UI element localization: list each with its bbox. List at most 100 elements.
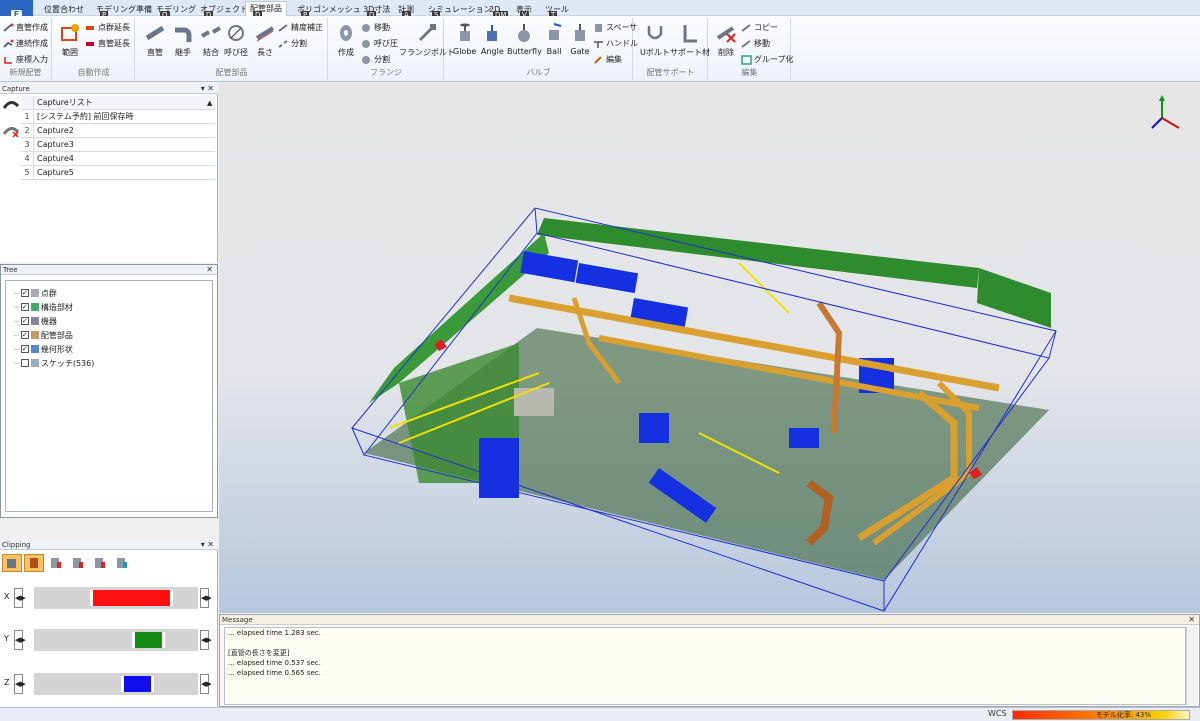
tree-close-icon[interactable]: ✕ <box>206 265 213 275</box>
delete-button[interactable]: 削除 <box>715 22 737 58</box>
support-material-button[interactable]: サポート材 <box>670 22 710 58</box>
tree-checkbox[interactable]: ✓ <box>20 331 29 339</box>
clip-track[interactable] <box>34 673 198 695</box>
clip-plane-button[interactable] <box>114 556 130 573</box>
flange-split-button[interactable]: 分割 <box>361 54 390 65</box>
clip-enable-button[interactable] <box>2 554 22 572</box>
nominal-diameter-button[interactable]: 呼び径 <box>224 22 248 58</box>
coordinate-input-button[interactable]: 座標入力 <box>3 54 48 65</box>
tab-5[interactable]: 配管部品 <box>245 1 287 16</box>
group-label-pipe-support: 配管サポート <box>646 68 695 77</box>
range-button[interactable]: 範囲 <box>59 22 81 58</box>
length-icon <box>254 22 276 44</box>
handle-button[interactable]: ハンドル <box>593 38 638 49</box>
globe-valve-button[interactable]: Globe <box>453 22 476 56</box>
clip-track[interactable] <box>34 587 198 609</box>
capture-row[interactable]: 1 [システム予約] 前回保存時 <box>21 110 215 124</box>
length-button[interactable]: 長さ <box>254 22 276 58</box>
tree-checkbox[interactable] <box>20 359 29 367</box>
clip-y-button[interactable] <box>70 556 86 573</box>
capture-row[interactable]: 3 Capture3 <box>21 138 215 152</box>
tree-item[interactable]: ┈ ✓ 機器 <box>14 315 57 327</box>
group-flange: 作成 移動 呼び圧 分割 フランジボルト フランジ <box>329 18 455 80</box>
clip-left-arrow-icon[interactable]: ◀▶ <box>14 630 26 650</box>
group-valve: Globe Angle Butterfly Ball Gate スペーサ ハンド… <box>445 18 638 80</box>
gate-valve-button[interactable]: Gate <box>569 22 591 56</box>
spacer-button[interactable]: スペーサ <box>593 22 637 33</box>
accuracy-correct-button[interactable]: 精度補正 <box>278 22 323 33</box>
create-pipe-button[interactable]: 直管作成 <box>3 22 48 33</box>
clip-left-arrow-icon[interactable]: ◀▶ <box>14 588 26 608</box>
clip-range[interactable] <box>132 632 166 648</box>
tree-checkbox[interactable]: ✓ <box>20 345 29 353</box>
clip-plane-icon <box>117 558 127 568</box>
clip-z-button[interactable] <box>92 556 108 573</box>
group-label-flange: フランジ <box>370 68 402 77</box>
flange-move-button[interactable]: 移動 <box>361 22 390 33</box>
tree-checkbox[interactable]: ✓ <box>20 289 29 297</box>
clipping-pin-icon[interactable]: ▾ ✕ <box>201 540 214 550</box>
tree-checkbox[interactable]: ✓ <box>20 317 29 325</box>
clip-range[interactable] <box>120 676 154 692</box>
tree-panel: Tree ✕ ┈ ✓ 点群 ┈ ✓ 構造部材 ┈ ✓ 機器 ┈ ✓ 配管部品 ┈ ✓ 幾何形状 ┈ スケッチ(53… <box>0 264 218 518</box>
clip-range[interactable] <box>89 590 174 606</box>
edit-icon <box>593 55 604 65</box>
capture-delete-icon[interactable] <box>2 124 20 141</box>
tab-7[interactable]: 3D寸法 <box>359 3 394 16</box>
butterfly-valve-button[interactable]: Butterfly <box>507 22 542 56</box>
coordinate-system-label: WCS <box>988 709 1007 718</box>
clip-box-button[interactable] <box>24 554 44 572</box>
status-bar: WCS モデル化率: 43% <box>0 707 1200 721</box>
clip-slider-y[interactable]: Y ◀▶ ◀▶ <box>4 629 216 651</box>
capture-row[interactable]: 4 Capture4 <box>21 152 215 166</box>
group-button[interactable]: グループ化 <box>741 54 794 65</box>
ball-valve-button[interactable]: Ball <box>543 22 565 56</box>
u-bolt-button[interactable]: Uボルト <box>640 22 670 58</box>
tree-item[interactable]: ┈ ✓ 構造部材 <box>14 301 73 313</box>
clip-right-arrow-icon[interactable]: ◀▶ <box>200 588 212 608</box>
clip-x-button[interactable] <box>48 556 64 573</box>
3d-viewport[interactable] <box>219 83 1200 613</box>
pointcloud-model[interactable] <box>219 83 1200 613</box>
delete-icon <box>715 22 737 44</box>
clip-right-arrow-icon[interactable]: ◀▶ <box>200 630 212 650</box>
capture-row[interactable]: 2 Capture2 <box>21 124 215 138</box>
sort-arrow-icon[interactable]: ▲ <box>207 96 215 109</box>
tree-item[interactable]: ┈ ✓ 配管部品 <box>14 329 73 341</box>
pipe-extend-button[interactable]: 直管延長 <box>85 38 130 49</box>
capture-pin-icon[interactable]: ▾ ✕ <box>201 84 214 94</box>
message-panel: Message ✕ ... elapsed time 1.283 sec. [直管の… <box>219 614 1200 707</box>
tree-checkbox[interactable]: ✓ <box>20 303 29 311</box>
flange-create-button[interactable]: 作成 <box>335 22 357 58</box>
split-pipe-button[interactable]: 分割 <box>278 38 307 49</box>
u-bolt-icon <box>644 22 666 44</box>
nominal-pressure-button[interactable]: 呼び圧 <box>361 38 398 49</box>
equipment-icon <box>30 317 39 325</box>
clip-slider-z[interactable]: Z ◀▶ ◀▶ <box>4 673 216 695</box>
tree-item[interactable]: ┈ スケッチ(536) <box>14 357 94 369</box>
tree-item[interactable]: ┈ ✓ 幾何形状 <box>14 343 73 355</box>
modeling-progress-bar: モデル化率: 43% <box>1012 710 1190 720</box>
clip-slider-x[interactable]: X ◀▶ ◀▶ <box>4 587 216 609</box>
group-new-pipe: 直管作成 連続作成 座標入力 新規配管 <box>0 18 52 80</box>
message-scrollbar[interactable] <box>1186 627 1197 705</box>
clip-x-icon <box>51 558 61 568</box>
clip-track[interactable] <box>34 629 198 651</box>
pointcloud-icon <box>30 289 39 297</box>
move-button[interactable]: 移動 <box>741 38 770 49</box>
tab-1[interactable]: 位置合わせ <box>40 3 88 16</box>
pointcloud-extend-button[interactable]: 点群延長 <box>85 22 130 33</box>
fitting-button[interactable]: 継手 <box>172 22 194 58</box>
join-button[interactable]: 結合 <box>200 22 222 58</box>
angle-valve-button[interactable]: Angle <box>481 22 504 56</box>
capture-add-icon[interactable] <box>2 98 20 115</box>
copy-button[interactable]: コピー <box>741 22 778 33</box>
valve-edit-button[interactable]: 編集 <box>593 54 622 65</box>
clip-right-arrow-icon[interactable]: ◀▶ <box>200 674 212 694</box>
continuous-create-button[interactable]: 連続作成 <box>3 38 48 49</box>
straight-pipe-button[interactable]: 直管 <box>144 22 166 58</box>
capture-row[interactable]: 5 Capture5 <box>21 166 215 180</box>
tree-item[interactable]: ┈ ✓ 点群 <box>14 287 57 299</box>
message-close-icon[interactable]: ✕ <box>1188 615 1195 625</box>
clip-left-arrow-icon[interactable]: ◀▶ <box>14 674 26 694</box>
